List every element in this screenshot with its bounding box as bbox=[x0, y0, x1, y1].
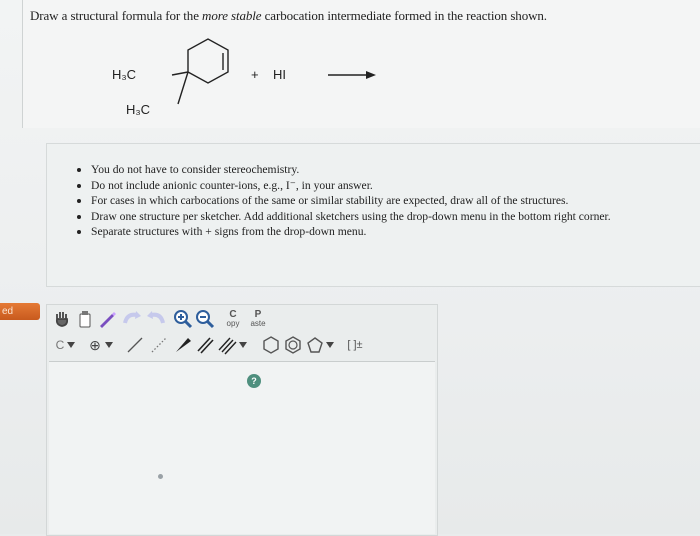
reagent-hi: HI bbox=[273, 67, 286, 82]
help-icon[interactable]: ? bbox=[247, 374, 261, 388]
cyclopentane-icon[interactable] bbox=[305, 335, 325, 355]
triple-bond-icon[interactable] bbox=[217, 335, 237, 355]
chevron-down-icon[interactable] bbox=[67, 341, 75, 349]
zoom-out-icon[interactable] bbox=[195, 309, 215, 329]
reaction-arrow-head bbox=[366, 71, 376, 79]
pencil-icon[interactable] bbox=[97, 309, 117, 329]
methyl-label-bottom: H₃C bbox=[126, 102, 151, 117]
cyclohexane-icon[interactable] bbox=[261, 335, 281, 355]
methyl-bond-bottom bbox=[177, 71, 189, 105]
sketcher-toolbar-top: C opy P aste bbox=[47, 307, 437, 331]
hashed-bond-icon[interactable] bbox=[149, 335, 169, 355]
instruction-item: You do not have to consider stereochemis… bbox=[75, 162, 675, 178]
chevron-down-icon[interactable] bbox=[326, 341, 334, 349]
copy-button[interactable]: C opy bbox=[223, 307, 243, 331]
methyl-label-top: H₃C bbox=[112, 67, 137, 82]
instruction-item: Draw one structure per sketcher. Add add… bbox=[75, 209, 675, 225]
page: Draw a structural formula for the more s… bbox=[0, 0, 700, 536]
zoom-in-icon[interactable] bbox=[173, 309, 193, 329]
element-selector[interactable]: C bbox=[53, 335, 67, 355]
prompt-text-start: Draw a structural formula for the bbox=[30, 8, 203, 23]
plus-sign: + bbox=[251, 67, 259, 82]
instruction-item: For cases in which carbocations of the s… bbox=[75, 193, 675, 209]
wedge-bond-icon[interactable] bbox=[173, 335, 193, 355]
question-prompt: Draw a structural formula for the more s… bbox=[30, 8, 547, 24]
instruction-item: Separate structures with + signs from th… bbox=[75, 224, 675, 240]
reaction-scheme: H₃C H₃C + HI bbox=[100, 34, 400, 124]
paste-label-bottom: aste bbox=[250, 319, 266, 328]
charge-tool[interactable]: ⊕ bbox=[87, 335, 103, 355]
paste-label-top: P bbox=[254, 309, 262, 320]
chevron-down-icon[interactable] bbox=[105, 341, 113, 349]
chevron-down-icon[interactable] bbox=[239, 341, 247, 349]
prompt-emphasis: more stable bbox=[202, 8, 262, 23]
paste-button[interactable]: P aste bbox=[247, 307, 269, 331]
side-tab[interactable]: ed bbox=[0, 303, 40, 320]
prompt-text-end: carbocation intermediate formed in the r… bbox=[261, 8, 547, 23]
benzene-icon[interactable] bbox=[283, 335, 303, 355]
undo-icon[interactable] bbox=[121, 309, 143, 329]
methyl-bond-top bbox=[171, 71, 189, 76]
drawing-canvas[interactable]: ? bbox=[49, 361, 435, 534]
redo-icon[interactable] bbox=[145, 309, 167, 329]
structure-sketcher: C opy P aste C ⊕ []± ? bbox=[46, 304, 438, 536]
hand-tool-icon[interactable] bbox=[53, 309, 71, 329]
copy-label-bottom: opy bbox=[226, 319, 240, 328]
instruction-item: Do not include anionic counter-ions, e.g… bbox=[75, 178, 675, 194]
double-bond-icon[interactable] bbox=[195, 335, 215, 355]
bracket-tool[interactable]: [ ]± bbox=[343, 335, 367, 355]
eraser-icon[interactable] bbox=[77, 309, 93, 329]
copy-label-top: C bbox=[229, 309, 237, 320]
ring-bonds bbox=[187, 38, 229, 84]
instructions-list: You do not have to consider stereochemis… bbox=[75, 162, 675, 240]
sketcher-toolbar-bottom: C ⊕ []± bbox=[47, 333, 437, 357]
single-bond-icon[interactable] bbox=[125, 335, 145, 355]
instructions-box: You do not have to consider stereochemis… bbox=[46, 143, 700, 287]
canvas-dot bbox=[158, 474, 163, 479]
